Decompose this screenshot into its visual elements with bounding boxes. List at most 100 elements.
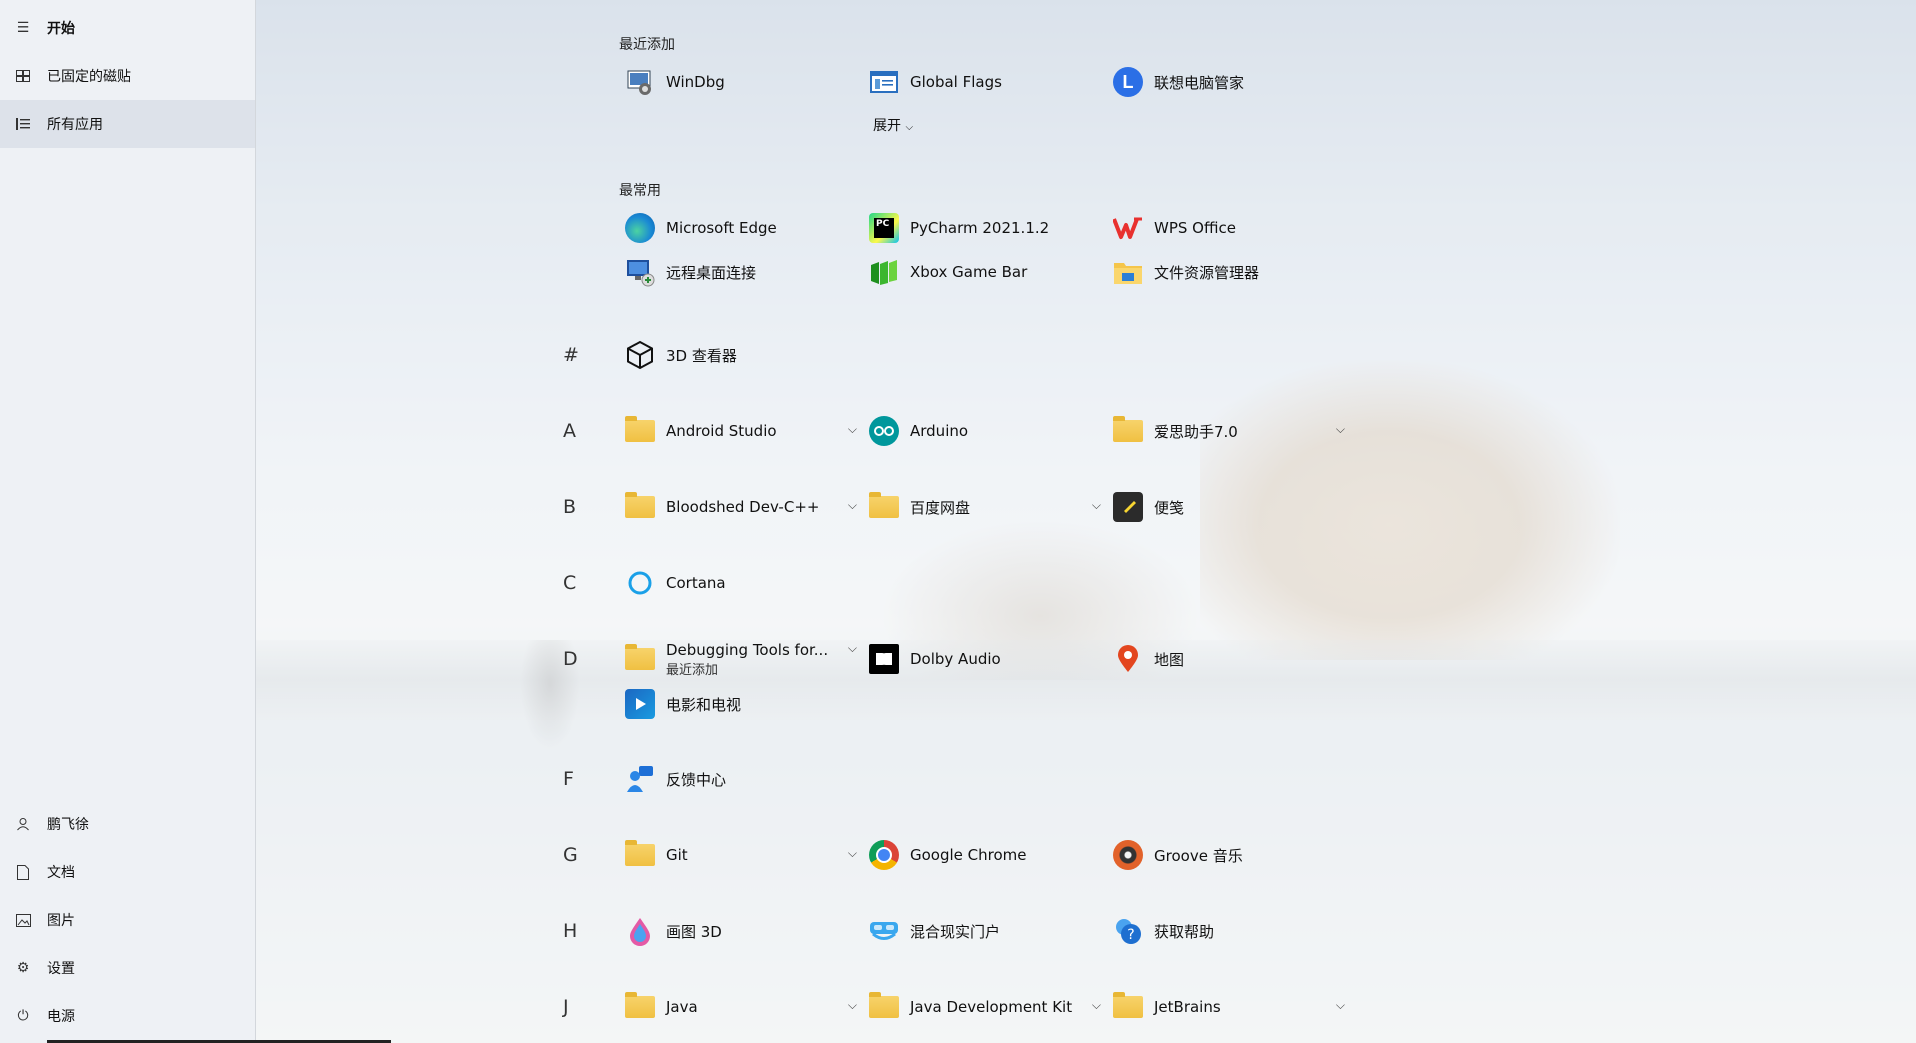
cube-icon	[625, 340, 655, 370]
chevron-down-icon[interactable]: ⌵	[848, 498, 857, 513]
section-recent-title: 最近添加	[619, 37, 675, 53]
app-git-folder[interactable]: Git ⌵	[625, 837, 857, 873]
sidebar-item-start[interactable]: ☰ 开始	[0, 4, 255, 52]
group-letter-h[interactable]: H	[563, 920, 593, 942]
app-microsoft-edge[interactable]: Microsoft Edge	[625, 210, 857, 246]
user-icon	[15, 816, 31, 832]
app-jetbrains-folder[interactable]: JetBrains ⌵	[1113, 989, 1345, 1025]
app-java-folder[interactable]: Java ⌵	[625, 989, 857, 1025]
app-lenovo-manager[interactable]: L 联想电脑管家	[1113, 64, 1345, 100]
section-frequent-title: 最常用	[619, 183, 661, 199]
dolby-icon	[869, 644, 899, 674]
feedback-hub-icon	[625, 764, 655, 794]
app-movies-tv[interactable]: 电影和电视	[625, 686, 857, 722]
chevron-down-icon[interactable]: ⌵	[1092, 998, 1101, 1013]
get-help-icon: ?	[1113, 916, 1143, 946]
group-letter-d[interactable]: D	[563, 648, 593, 670]
chevron-down-icon[interactable]: ⌵	[1336, 998, 1345, 1013]
group-letter-a[interactable]: A	[563, 420, 593, 442]
folder-icon	[1113, 992, 1143, 1022]
app-dev-cpp-folder[interactable]: Bloodshed Dev-C++ ⌵	[625, 489, 857, 525]
folder-icon	[625, 416, 655, 446]
group-letter-c[interactable]: C	[563, 572, 593, 594]
folder-icon	[625, 492, 655, 522]
chevron-down-icon[interactable]: ⌵	[848, 641, 857, 656]
app-xbox-game-bar[interactable]: Xbox Game Bar	[869, 254, 1101, 290]
mixed-reality-icon	[869, 916, 899, 946]
groove-music-icon	[1113, 840, 1143, 870]
app-global-flags[interactable]: Global Flags	[869, 64, 1101, 100]
lenovo-manager-icon: L	[1113, 67, 1143, 97]
wps-office-icon	[1113, 213, 1143, 243]
chevron-down-icon[interactable]: ⌵	[1092, 498, 1101, 513]
chevron-down-icon[interactable]: ⌵	[848, 846, 857, 861]
edge-icon	[625, 213, 655, 243]
movies-tv-icon	[625, 689, 655, 719]
recently-added-label: 最近添加	[666, 662, 719, 678]
start-sidebar: ☰ 开始 已固定的磁贴 所有应用 鹏飞徐 文档 图片 ⚙ 设置 ⏻ 电源	[0, 0, 391, 1043]
sticky-notes-icon	[1113, 492, 1143, 522]
app-3d-viewer[interactable]: 3D 查看器	[625, 337, 857, 373]
chevron-down-icon[interactable]: ⌵	[848, 422, 857, 437]
xbox-game-bar-icon	[869, 257, 899, 287]
app-pycharm[interactable]: PC PyCharm 2021.1.2	[869, 210, 1101, 246]
remote-desktop-icon	[625, 257, 655, 287]
chevron-down-icon[interactable]: ⌵	[1336, 422, 1345, 437]
app-windbg[interactable]: WinDbg	[625, 64, 857, 100]
sidebar-item-pinned-tiles[interactable]: 已固定的磁贴	[0, 52, 255, 100]
app-arduino[interactable]: Arduino	[869, 413, 1101, 449]
app-maps[interactable]: 地图	[1113, 641, 1345, 677]
app-file-explorer[interactable]: 文件资源管理器	[1113, 254, 1345, 290]
folder-icon	[1113, 416, 1143, 446]
group-letter-b[interactable]: B	[563, 496, 593, 518]
folder-icon	[869, 492, 899, 522]
sidebar-item-documents[interactable]: 文档	[0, 848, 255, 896]
app-cortana[interactable]: Cortana	[625, 565, 857, 601]
app-google-chrome[interactable]: Google Chrome	[869, 837, 1101, 873]
group-letter-j[interactable]: J	[563, 996, 593, 1018]
app-aisi-folder[interactable]: 爱思助手7.0 ⌵	[1113, 413, 1345, 449]
expand-recent-button[interactable]: 展开 ⌵	[873, 115, 913, 135]
app-groove-music[interactable]: Groove 音乐	[1113, 837, 1345, 873]
sidebar-item-power[interactable]: ⏻ 电源	[0, 992, 255, 1040]
app-baidu-netdisk-folder[interactable]: 百度网盘 ⌵	[869, 489, 1101, 525]
app-debugging-tools-folder[interactable]: Debugging Tools for... 最近添加 ⌵	[625, 640, 857, 678]
document-icon	[15, 864, 31, 880]
sidebar-item-all-apps[interactable]: 所有应用	[0, 100, 255, 148]
power-icon: ⏻	[17, 1008, 29, 1024]
folder-icon	[625, 644, 655, 674]
app-name: Debugging Tools for...	[666, 640, 829, 659]
arduino-icon	[869, 416, 899, 446]
list-icon	[15, 116, 31, 132]
app-sticky-notes[interactable]: 便笺	[1113, 489, 1345, 525]
sidebar-item-settings[interactable]: ⚙ 设置	[0, 944, 255, 992]
app-mixed-reality-portal[interactable]: 混合现实门户	[869, 913, 1101, 949]
file-explorer-icon	[1113, 257, 1143, 287]
app-remote-desktop[interactable]: 远程桌面连接	[625, 254, 857, 290]
svg-text:?: ?	[1127, 927, 1134, 943]
sidebar-item-pictures[interactable]: 图片	[0, 896, 255, 944]
app-paint-3d[interactable]: 画图 3D	[625, 913, 857, 949]
pycharm-icon: PC	[869, 213, 899, 243]
chevron-down-icon: ⌵	[905, 122, 914, 133]
folder-icon	[869, 992, 899, 1022]
chevron-down-icon[interactable]: ⌵	[848, 998, 857, 1013]
group-letter-g[interactable]: G	[563, 844, 593, 866]
app-wps-office[interactable]: WPS Office	[1113, 210, 1345, 246]
gear-icon: ⚙	[16, 960, 30, 976]
hamburger-icon: ☰	[16, 20, 30, 36]
group-letter-hash[interactable]: #	[563, 344, 593, 366]
app-dolby-audio[interactable]: Dolby Audio	[869, 641, 1101, 677]
app-jdk-folder[interactable]: Java Development Kit ⌵	[869, 989, 1101, 1025]
app-get-help[interactable]: ? 获取帮助	[1113, 913, 1345, 949]
group-letter-f[interactable]: F	[563, 768, 593, 790]
chrome-icon	[869, 840, 899, 870]
app-feedback-hub[interactable]: 反馈中心	[625, 761, 857, 797]
picture-icon	[15, 912, 31, 928]
sidebar-item-user[interactable]: 鹏飞徐	[0, 800, 255, 848]
all-apps-list: 最近添加 WinDbg Global Flags L 联想电脑管家 展开 ⌵ 最…	[255, 0, 1916, 1043]
folder-icon	[625, 992, 655, 1022]
windbg-icon	[625, 67, 655, 97]
app-android-studio-folder[interactable]: Android Studio ⌵	[625, 413, 857, 449]
cortana-icon	[625, 568, 655, 598]
